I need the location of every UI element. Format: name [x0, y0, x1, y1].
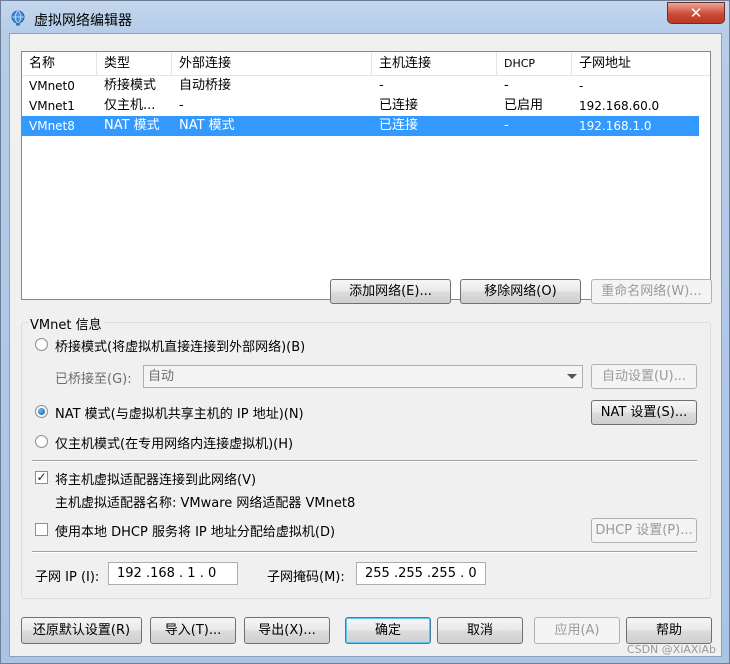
- network-row-vmnet8[interactable]: VMnet8 NAT 模式 NAT 模式 已连接 - 192.168.1.0: [22, 116, 699, 136]
- network-row-vmnet1[interactable]: VMnet1 仅主机... - 已连接 已启用 192.168.60.0: [22, 96, 699, 116]
- cell-external-connection: NAT 模式: [179, 118, 235, 133]
- separator: [32, 460, 697, 462]
- local-dhcp-checkbox[interactable]: [35, 523, 48, 536]
- nat-mode-label[interactable]: NAT 模式(与虚拟机共享主机的 IP 地址)(N): [55, 403, 304, 422]
- virtual-network-editor-window: 虚拟网络编辑器 ✕ 名称 类型 外部连接 主机连接 DHCP 子网地址 VMne…: [0, 0, 730, 664]
- cell-dhcp: -: [504, 78, 509, 93]
- title-bar[interactable]: 虚拟网络编辑器 ✕: [1, 1, 730, 35]
- column-header-dhcp[interactable]: DHCP: [497, 52, 572, 75]
- checkmark-icon: ✓: [36, 470, 47, 484]
- watermark-text: CSDN @XiAXiAb: [626, 643, 716, 656]
- network-list-header: 名称 类型 外部连接 主机连接 DHCP 子网地址: [22, 52, 710, 76]
- network-list[interactable]: 名称 类型 外部连接 主机连接 DHCP 子网地址 VMnet0 桥接模式 自动…: [21, 51, 711, 300]
- window-title: 虚拟网络编辑器: [34, 13, 132, 29]
- auto-settings-button[interactable]: 自动设置(U)...: [591, 364, 697, 389]
- column-header-subnet-address[interactable]: 子网地址: [572, 52, 710, 75]
- add-network-button[interactable]: 添加网络(E)...: [330, 279, 451, 304]
- cell-dhcp: 已启用: [504, 98, 544, 113]
- subnet-ip-input[interactable]: 192 .168 . 1 . 0: [108, 562, 238, 585]
- import-button[interactable]: 导入(T)...: [150, 617, 236, 644]
- cell-name: VMnet1: [29, 99, 75, 113]
- subnet-mask-label: 子网掩码(M):: [267, 570, 345, 585]
- chevron-down-icon: [567, 374, 577, 379]
- network-globe-icon: [11, 10, 25, 26]
- cell-type: NAT 模式: [104, 118, 160, 133]
- dhcp-settings-button[interactable]: DHCP 设置(P)...: [591, 518, 697, 543]
- column-header-type[interactable]: 类型: [97, 52, 172, 75]
- cell-name: VMnet8: [29, 119, 75, 133]
- export-button[interactable]: 导出(X)...: [244, 617, 330, 644]
- help-button[interactable]: 帮助: [626, 617, 712, 644]
- bridge-mode-radio[interactable]: [35, 338, 48, 351]
- bridged-to-label: 已桥接至(G):: [55, 372, 132, 387]
- column-header-host-connection[interactable]: 主机连接: [372, 52, 497, 75]
- cell-subnet-address: 192.168.1.0: [579, 119, 652, 133]
- host-only-mode-radio[interactable]: [35, 435, 48, 448]
- cell-host-connection: 已连接: [379, 98, 419, 113]
- close-button[interactable]: ✕: [667, 2, 725, 24]
- bridged-to-value: 自动: [148, 369, 175, 384]
- cancel-button[interactable]: 取消: [437, 617, 523, 644]
- cell-name: VMnet0: [29, 79, 75, 93]
- cell-dhcp: -: [504, 118, 509, 133]
- network-row-vmnet0[interactable]: VMnet0 桥接模式 自动桥接 - - -: [22, 76, 699, 96]
- close-icon: ✕: [689, 4, 703, 22]
- nat-settings-button[interactable]: NAT 设置(S)...: [591, 400, 697, 425]
- cell-type: 桥接模式: [104, 78, 157, 93]
- restore-defaults-button[interactable]: 还原默认设置(R): [21, 617, 142, 644]
- cell-type: 仅主机...: [104, 98, 156, 113]
- connect-host-adapter-checkbox[interactable]: ✓: [35, 471, 48, 484]
- vmnet-info-group-label: VMnet 信息: [28, 314, 104, 333]
- nat-mode-radio[interactable]: [35, 405, 48, 418]
- separator: [32, 551, 697, 553]
- host-only-mode-label[interactable]: 仅主机模式(在专用网络内连接虚拟机)(H): [55, 433, 293, 452]
- rename-network-button[interactable]: 重命名网络(W)...: [591, 279, 712, 304]
- subnet-ip-label: 子网 IP (I):: [35, 570, 100, 585]
- local-dhcp-label[interactable]: 使用本地 DHCP 服务将 IP 地址分配给虚拟机(D): [55, 521, 335, 540]
- column-header-name[interactable]: 名称: [22, 52, 97, 75]
- cell-host-connection: 已连接: [379, 118, 419, 133]
- cell-subnet-address: -: [579, 79, 584, 93]
- cell-host-connection: -: [379, 78, 384, 93]
- cell-external-connection: -: [179, 98, 184, 113]
- subnet-mask-input[interactable]: 255 .255 .255 . 0: [356, 562, 486, 585]
- dialog-client-area: 名称 类型 外部连接 主机连接 DHCP 子网地址 VMnet0 桥接模式 自动…: [9, 33, 722, 657]
- bridged-to-select[interactable]: 自动: [143, 365, 583, 388]
- cell-subnet-address: 192.168.60.0: [579, 99, 660, 113]
- cell-external-connection: 自动桥接: [179, 78, 232, 93]
- bridge-mode-label[interactable]: 桥接模式(将虚拟机直接连接到外部网络)(B): [55, 336, 305, 355]
- column-header-external-connection[interactable]: 外部连接: [172, 52, 372, 75]
- apply-button[interactable]: 应用(A): [534, 617, 620, 644]
- ok-button[interactable]: 确定: [345, 617, 431, 644]
- host-adapter-name-text: 主机虚拟适配器名称: VMware 网络适配器 VMnet8: [55, 496, 356, 511]
- connect-host-adapter-label[interactable]: 将主机虚拟适配器连接到此网络(V): [55, 469, 256, 488]
- remove-network-button[interactable]: 移除网络(O): [460, 279, 581, 304]
